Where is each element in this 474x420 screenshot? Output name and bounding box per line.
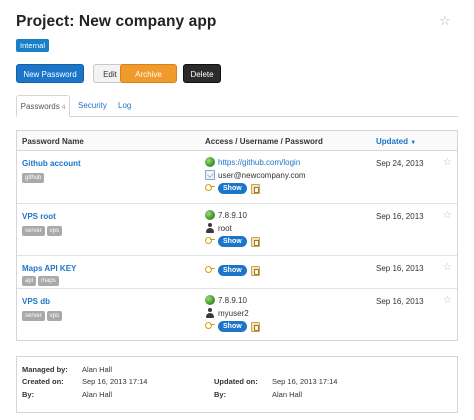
tab-log[interactable]: Log [118,95,131,117]
col-header-updated[interactable]: Updated ▼ [376,137,416,146]
updated-by-label: By: [214,390,227,399]
passwords-table: Password Name Access / Username / Passwo… [16,130,458,341]
tag-list: github [22,173,46,183]
username-value: myuser2 [218,309,249,318]
tag-badge[interactable]: maps [38,276,59,286]
delete-button[interactable]: Delete [183,64,221,83]
managed-by-label: Managed by: [22,365,68,374]
copy-icon[interactable] [250,236,260,247]
key-icon [205,321,215,331]
password-line: Show [205,183,260,195]
project-meta-panel: Managed by: Alan Hall Created on: Sep 16… [16,356,458,413]
username-value: user@newcompany.com [218,171,306,180]
tag-list: server vps [22,311,64,321]
show-password-button[interactable]: Show [218,236,247,248]
created-on-label: Created on: [22,377,64,386]
access-url-line: 7.8.9.10 [205,294,247,306]
access-host-value: 7.8.9.10 [218,296,247,305]
access-host-value: 7.8.9.10 [218,211,247,220]
tag-badge[interactable]: github [22,173,45,183]
password-line: Show [205,265,260,277]
password-line: Show [205,236,260,248]
tab-passwords-count: 4 [61,104,66,111]
created-by-value: Alan Hall [82,390,113,399]
copy-icon[interactable] [250,265,260,276]
show-password-button[interactable]: Show [218,265,247,277]
updated-on-label: Updated on: [214,377,258,386]
password-project-page: Project: New company app ☆ Internal New … [0,0,474,420]
col-header-updated-label: Updated [376,137,408,146]
access-url-line: https://github.com/login [205,156,300,168]
mail-icon [205,169,215,180]
key-icon [205,183,215,193]
username-value: root [218,224,232,233]
access-url-link[interactable]: https://github.com/login [218,158,300,167]
tag-badge[interactable]: vps [46,226,63,236]
created-by-label: By: [22,390,35,399]
favorite-star-icon[interactable]: ☆ [439,14,451,27]
table-row: VPS root server vps 7.8.9.10 root Show Se… [17,204,457,256]
updated-date: Sep 16, 2013 [376,297,424,306]
tab-passwords-label: Passwords [20,102,60,111]
show-password-button[interactable]: Show [218,183,247,195]
password-line: Show [205,321,260,333]
key-icon [205,236,215,246]
copy-icon[interactable] [250,183,260,194]
key-icon [205,265,215,275]
copy-icon[interactable] [250,321,260,332]
col-header-name[interactable]: Password Name [22,137,84,146]
username-line: root [205,222,232,234]
password-name-link[interactable]: VPS root [22,212,56,221]
globe-icon [205,156,215,167]
globe-icon [205,294,215,305]
tag-badge[interactable]: server [22,226,45,236]
table-row: Maps API KEY api maps Show Sep 16, 2013 ☆ [17,256,457,289]
access-url-line: 7.8.9.10 [205,209,247,221]
table-row: Github account github https://github.com… [17,151,457,204]
user-icon [205,222,215,233]
password-name-link[interactable]: Maps API KEY [22,264,76,273]
page-title: Project: New company app [16,13,217,30]
password-name-link[interactable]: Github account [22,159,81,168]
show-password-button[interactable]: Show [218,321,247,333]
updated-date: Sep 16, 2013 [376,264,424,273]
updated-date: Sep 24, 2013 [376,159,424,168]
tab-bar: Passwords 4 Security Log [16,95,458,117]
row-star-icon[interactable]: ☆ [443,158,452,168]
row-star-icon[interactable]: ☆ [443,263,452,273]
row-star-icon[interactable]: ☆ [443,211,452,221]
tag-badge[interactable]: api [22,276,37,286]
row-star-icon[interactable]: ☆ [443,296,452,306]
username-line: myuser2 [205,307,249,319]
new-password-button[interactable]: New Password [16,64,84,83]
username-line: user@newcompany.com [205,169,306,181]
archive-button[interactable]: Archive [120,64,177,83]
updated-by-value: Alan Hall [272,390,303,399]
updated-date: Sep 16, 2013 [376,212,424,221]
sort-desc-icon: ▼ [410,140,417,146]
globe-icon [205,209,215,220]
tab-passwords[interactable]: Passwords 4 [16,95,70,117]
tag-list: api maps [22,276,61,286]
tab-security[interactable]: Security [78,95,107,117]
tag-list: server vps [22,226,64,236]
updated-on-value: Sep 16, 2013 17:14 [272,377,338,386]
table-row: VPS db server vps 7.8.9.10 myuser2 Show S… [17,289,457,340]
col-header-access: Access / Username / Password [205,137,323,146]
managed-by-value: Alan Hall [82,365,113,374]
user-icon [205,307,215,318]
password-name-link[interactable]: VPS db [22,297,50,306]
created-on-value: Sep 16, 2013 17:14 [82,377,148,386]
table-header: Password Name Access / Username / Passwo… [17,131,457,151]
tag-badge[interactable]: server [22,311,45,321]
project-tag: Internal [16,39,50,52]
tag-badge[interactable]: vps [46,311,63,321]
